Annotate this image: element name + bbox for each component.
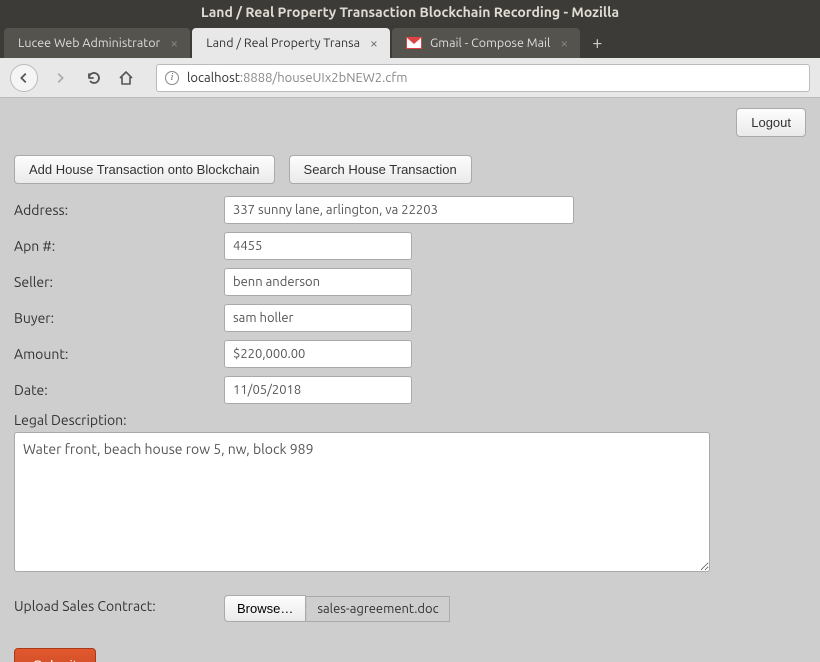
reload-icon xyxy=(86,70,102,86)
close-icon[interactable]: × xyxy=(166,35,182,51)
url-port: :8888 xyxy=(240,71,273,85)
amount-input[interactable] xyxy=(224,340,412,368)
browser-tabbar: Lucee Web Administrator × Land / Real Pr… xyxy=(0,24,820,58)
apn-input[interactable] xyxy=(224,232,412,260)
search-transaction-button[interactable]: Search House Transaction xyxy=(289,155,472,184)
close-icon[interactable]: × xyxy=(556,35,572,51)
home-icon xyxy=(118,70,134,86)
legal-description-textarea[interactable] xyxy=(14,432,710,572)
reload-button[interactable] xyxy=(82,66,106,90)
home-button[interactable] xyxy=(114,66,138,90)
address-input[interactable] xyxy=(224,196,574,224)
selected-file-name: sales-agreement.doc xyxy=(306,596,449,622)
url-path: /houseUIx2bNEW2.cfm xyxy=(272,71,407,85)
tab-land-property[interactable]: Land / Real Property Transa × xyxy=(192,28,390,58)
info-icon[interactable]: i xyxy=(165,71,179,85)
tab-lucee-web-admin[interactable]: Lucee Web Administrator × xyxy=(4,28,190,58)
logout-button[interactable]: Logout xyxy=(736,108,806,137)
window-titlebar: Land / Real Property Transaction Blockch… xyxy=(0,0,820,24)
seller-label: Seller: xyxy=(14,274,224,290)
add-transaction-button[interactable]: Add House Transaction onto Blockchain xyxy=(14,155,275,184)
tab-label: Land / Real Property Transa xyxy=(206,36,360,50)
legal-description-label: Legal Description: xyxy=(14,412,224,428)
buyer-label: Buyer: xyxy=(14,310,224,326)
new-tab-button[interactable]: + xyxy=(582,28,612,58)
back-button[interactable] xyxy=(10,64,38,92)
forward-button[interactable] xyxy=(46,64,74,92)
url-bar[interactable]: i localhost:8888/houseUIx2bNEW2.cfm xyxy=(156,64,810,92)
buyer-input[interactable] xyxy=(224,304,412,332)
date-label: Date: xyxy=(14,382,224,398)
date-input[interactable] xyxy=(224,376,412,404)
window-title: Land / Real Property Transaction Blockch… xyxy=(201,4,619,20)
tab-gmail[interactable]: Gmail - Compose Mail × xyxy=(392,28,580,58)
page-content: Logout Add House Transaction onto Blockc… xyxy=(0,98,820,662)
close-icon[interactable]: × xyxy=(366,35,382,51)
arrow-left-icon xyxy=(17,71,31,85)
url-host: localhost xyxy=(187,71,240,85)
apn-label: Apn #: xyxy=(14,238,224,254)
tab-label: Lucee Web Administrator xyxy=(18,36,160,50)
arrow-right-icon xyxy=(53,71,67,85)
address-label: Address: xyxy=(14,202,224,218)
amount-label: Amount: xyxy=(14,346,224,362)
browse-button[interactable]: Browse… xyxy=(224,595,306,622)
submit-button[interactable]: Submit xyxy=(14,648,96,662)
upload-contract-label: Upload Sales Contract: xyxy=(14,598,224,614)
gmail-icon xyxy=(406,35,422,51)
seller-input[interactable] xyxy=(224,268,412,296)
tab-label: Gmail - Compose Mail xyxy=(430,36,550,50)
browser-navbar: i localhost:8888/houseUIx2bNEW2.cfm xyxy=(0,58,820,98)
